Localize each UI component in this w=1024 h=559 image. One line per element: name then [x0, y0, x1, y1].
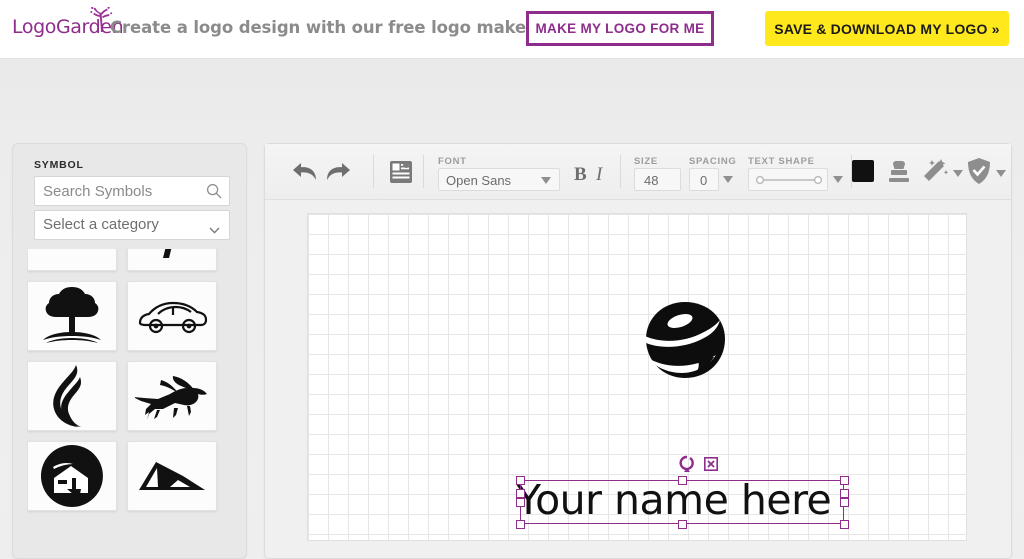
- symbol-house-circle[interactable]: [27, 441, 117, 511]
- spacing-input[interactable]: 0: [689, 168, 719, 191]
- stamp-icon[interactable]: [888, 160, 910, 189]
- selection-handle-tc[interactable]: [678, 476, 687, 485]
- effects-caret-down-icon[interactable]: [953, 170, 963, 177]
- shield-caret-down-icon[interactable]: [996, 170, 1006, 177]
- symbol-car[interactable]: [127, 281, 217, 351]
- symbol-grid: [27, 249, 235, 541]
- workspace-stage: SYMBOL Select a category: [0, 59, 1024, 559]
- size-input[interactable]: 48: [634, 168, 681, 191]
- search-input[interactable]: [35, 177, 203, 205]
- add-text-icon[interactable]: [389, 160, 413, 189]
- color-swatch[interactable]: [852, 160, 874, 182]
- selection-handle-mr[interactable]: [840, 498, 849, 507]
- spacing-caret-down-icon[interactable]: [723, 176, 733, 183]
- make-my-logo-button[interactable]: MAKE MY LOGO FOR ME: [526, 11, 714, 46]
- chevron-down-icon: [209, 221, 220, 234]
- text-shape-caret-down-icon[interactable]: [833, 176, 843, 183]
- header-tagline: Create a logo design with our free logo …: [110, 18, 539, 37]
- undo-icon[interactable]: [292, 161, 318, 188]
- shield-check-icon[interactable]: [967, 158, 991, 190]
- search-symbols-field[interactable]: [34, 176, 230, 206]
- symbol-lamp-post[interactable]: [127, 249, 217, 271]
- sphere-swoosh-symbol[interactable]: [638, 299, 733, 394]
- spacing-value: 0: [700, 173, 708, 188]
- caret-down-icon: [541, 177, 551, 184]
- delete-x-icon[interactable]: [704, 457, 718, 471]
- text-shape-slider[interactable]: [748, 168, 828, 191]
- symbol-sidebar: SYMBOL Select a category: [12, 143, 247, 559]
- spacing-label: SPACING: [689, 156, 737, 167]
- font-select[interactable]: Open Sans: [438, 168, 560, 191]
- selection-handle-bc[interactable]: [678, 520, 687, 529]
- app-header: Logo Garden Create a logo design with ou…: [0, 0, 1024, 59]
- symbol-flame[interactable]: [27, 361, 117, 431]
- logo-canvas[interactable]: Your name here: [307, 213, 967, 541]
- sidebar-title: SYMBOL: [34, 159, 84, 171]
- category-select-label: Select a category: [43, 216, 159, 233]
- selection-handle-bl[interactable]: [516, 520, 525, 529]
- font-label: FONT: [438, 156, 467, 167]
- size-label: SIZE: [634, 156, 658, 167]
- magic-wand-icon[interactable]: [922, 159, 949, 189]
- font-select-value: Open Sans: [446, 173, 512, 188]
- editor-panel: FONT Open Sans B I SIZE 48 SPACING 0 TEX…: [264, 143, 1012, 559]
- logo-maker-app: Logo Garden Create a logo design with ou…: [0, 0, 1024, 559]
- editor-toolbar: FONT Open Sans B I SIZE 48 SPACING 0 TEX…: [265, 144, 1011, 200]
- brand-logo-text-left: Logo: [12, 16, 56, 38]
- selection-handle-br[interactable]: [840, 520, 849, 529]
- size-value: 48: [644, 173, 659, 188]
- bold-button[interactable]: B: [574, 164, 587, 186]
- rotate-icon[interactable]: [678, 454, 696, 474]
- search-icon[interactable]: [206, 183, 222, 199]
- selection-handle-ml[interactable]: [516, 498, 525, 507]
- redo-icon[interactable]: [325, 161, 351, 188]
- save-download-button[interactable]: SAVE & DOWNLOAD MY LOGO »: [765, 11, 1009, 46]
- symbol-pegasus[interactable]: [127, 361, 217, 431]
- selection-handle-tr[interactable]: [840, 476, 849, 485]
- selection-handle-tl[interactable]: [516, 476, 525, 485]
- selection-handle-mr2[interactable]: [840, 489, 849, 498]
- symbol-sofa[interactable]: [27, 249, 117, 271]
- symbol-tree[interactable]: [27, 281, 117, 351]
- italic-button[interactable]: I: [596, 164, 602, 186]
- selection-handle-ml2[interactable]: [516, 489, 525, 498]
- text-shape-label: TEXT SHAPE: [748, 156, 815, 167]
- symbol-mountain[interactable]: [127, 441, 217, 511]
- text-selection-box: [520, 480, 844, 524]
- category-select[interactable]: Select a category: [34, 210, 230, 240]
- brand-logo[interactable]: Logo Garden: [12, 6, 124, 38]
